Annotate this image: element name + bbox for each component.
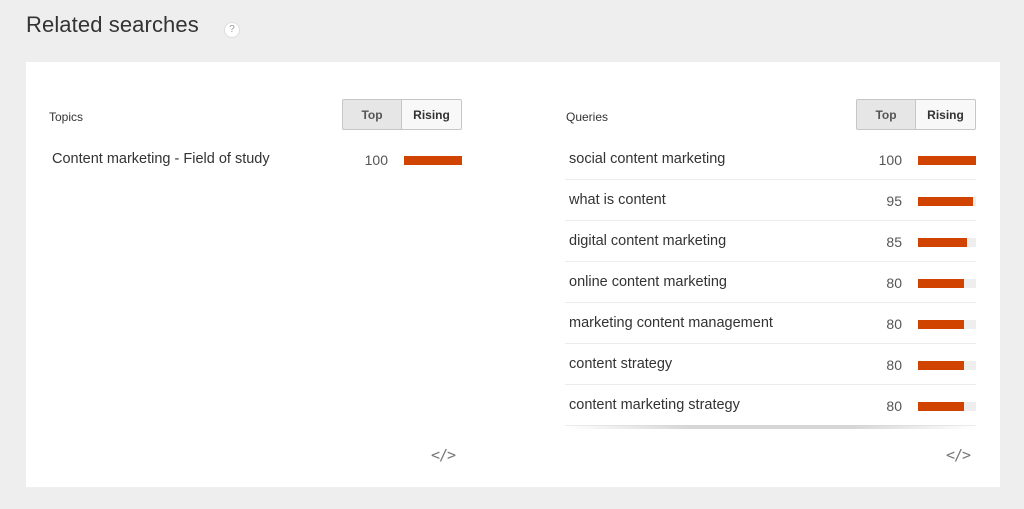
queries-top-button[interactable]: Top	[856, 99, 916, 130]
interest-bar-track	[918, 279, 976, 288]
interest-bar-fill	[918, 320, 965, 329]
topics-top-button[interactable]: Top	[342, 99, 402, 130]
list-item-label[interactable]: social content marketing	[569, 151, 725, 167]
interest-bar-track	[918, 402, 976, 411]
interest-bar-track	[918, 320, 976, 329]
list-item[interactable]: Content marketing - Field of study 100	[48, 139, 462, 179]
queries-list: social content marketing 100 what is conte…	[565, 139, 976, 426]
scroll-shadow	[565, 425, 976, 429]
list-item-value: 80	[886, 398, 902, 414]
list-item-label[interactable]: Content marketing - Field of study	[52, 151, 270, 167]
interest-bar-fill	[918, 238, 968, 247]
list-item-label[interactable]: content strategy	[569, 356, 672, 372]
interest-bar-track	[918, 361, 976, 370]
list-item-label[interactable]: digital content marketing	[569, 233, 726, 249]
interest-bar-track	[404, 156, 462, 165]
list-item-label[interactable]: marketing content management	[569, 315, 773, 331]
list-item[interactable]: digital content marketing 85	[565, 221, 976, 262]
queries-embed-icon[interactable]: </>	[946, 446, 971, 464]
queries-label: Queries	[566, 110, 609, 124]
interest-bar-fill	[918, 156, 976, 165]
interest-bar-fill	[918, 197, 974, 206]
list-item[interactable]: marketing content management 80	[565, 303, 976, 344]
topics-rising-button[interactable]: Rising	[402, 99, 462, 130]
list-item[interactable]: content strategy 80	[565, 344, 976, 385]
topics-label: Topics	[49, 110, 84, 124]
topics-panel: Topics Top Rising Content marketing - Fi…	[48, 62, 462, 487]
interest-bar-fill	[918, 361, 965, 370]
interest-bar-fill	[404, 156, 462, 165]
topics-toggle: Top Rising	[342, 99, 462, 130]
topics-embed-icon[interactable]: </>	[431, 446, 456, 464]
list-item[interactable]: online content marketing 80	[565, 262, 976, 303]
list-item-value: 95	[886, 193, 902, 209]
list-item-value: 80	[886, 275, 902, 291]
page-title: Related searches	[26, 12, 199, 37]
list-item-value: 80	[886, 316, 902, 332]
list-item-label[interactable]: content marketing strategy	[569, 397, 740, 413]
queries-toggle: Top Rising	[856, 99, 976, 130]
queries-panel: Queries Top Rising social content market…	[565, 62, 976, 487]
list-item[interactable]: social content marketing 100	[565, 139, 976, 180]
related-searches-card: Topics Top Rising Content marketing - Fi…	[26, 62, 1000, 487]
interest-bar-track	[918, 197, 976, 206]
list-item-label[interactable]: what is content	[569, 192, 666, 208]
list-item-value: 85	[886, 234, 902, 250]
help-icon[interactable]: ?	[224, 22, 240, 38]
list-item[interactable]: what is content 95	[565, 180, 976, 221]
queries-rising-button[interactable]: Rising	[916, 99, 976, 130]
list-item-label[interactable]: online content marketing	[569, 274, 727, 290]
interest-bar-track	[918, 156, 976, 165]
interest-bar-fill	[918, 279, 965, 288]
list-item[interactable]: content marketing strategy 80	[565, 385, 976, 426]
topics-list: Content marketing - Field of study 100	[48, 139, 462, 179]
list-item-value: 100	[364, 152, 388, 168]
list-item-value: 80	[886, 357, 902, 373]
interest-bar-track	[918, 238, 976, 247]
interest-bar-fill	[918, 402, 965, 411]
list-item-value: 100	[878, 152, 902, 168]
